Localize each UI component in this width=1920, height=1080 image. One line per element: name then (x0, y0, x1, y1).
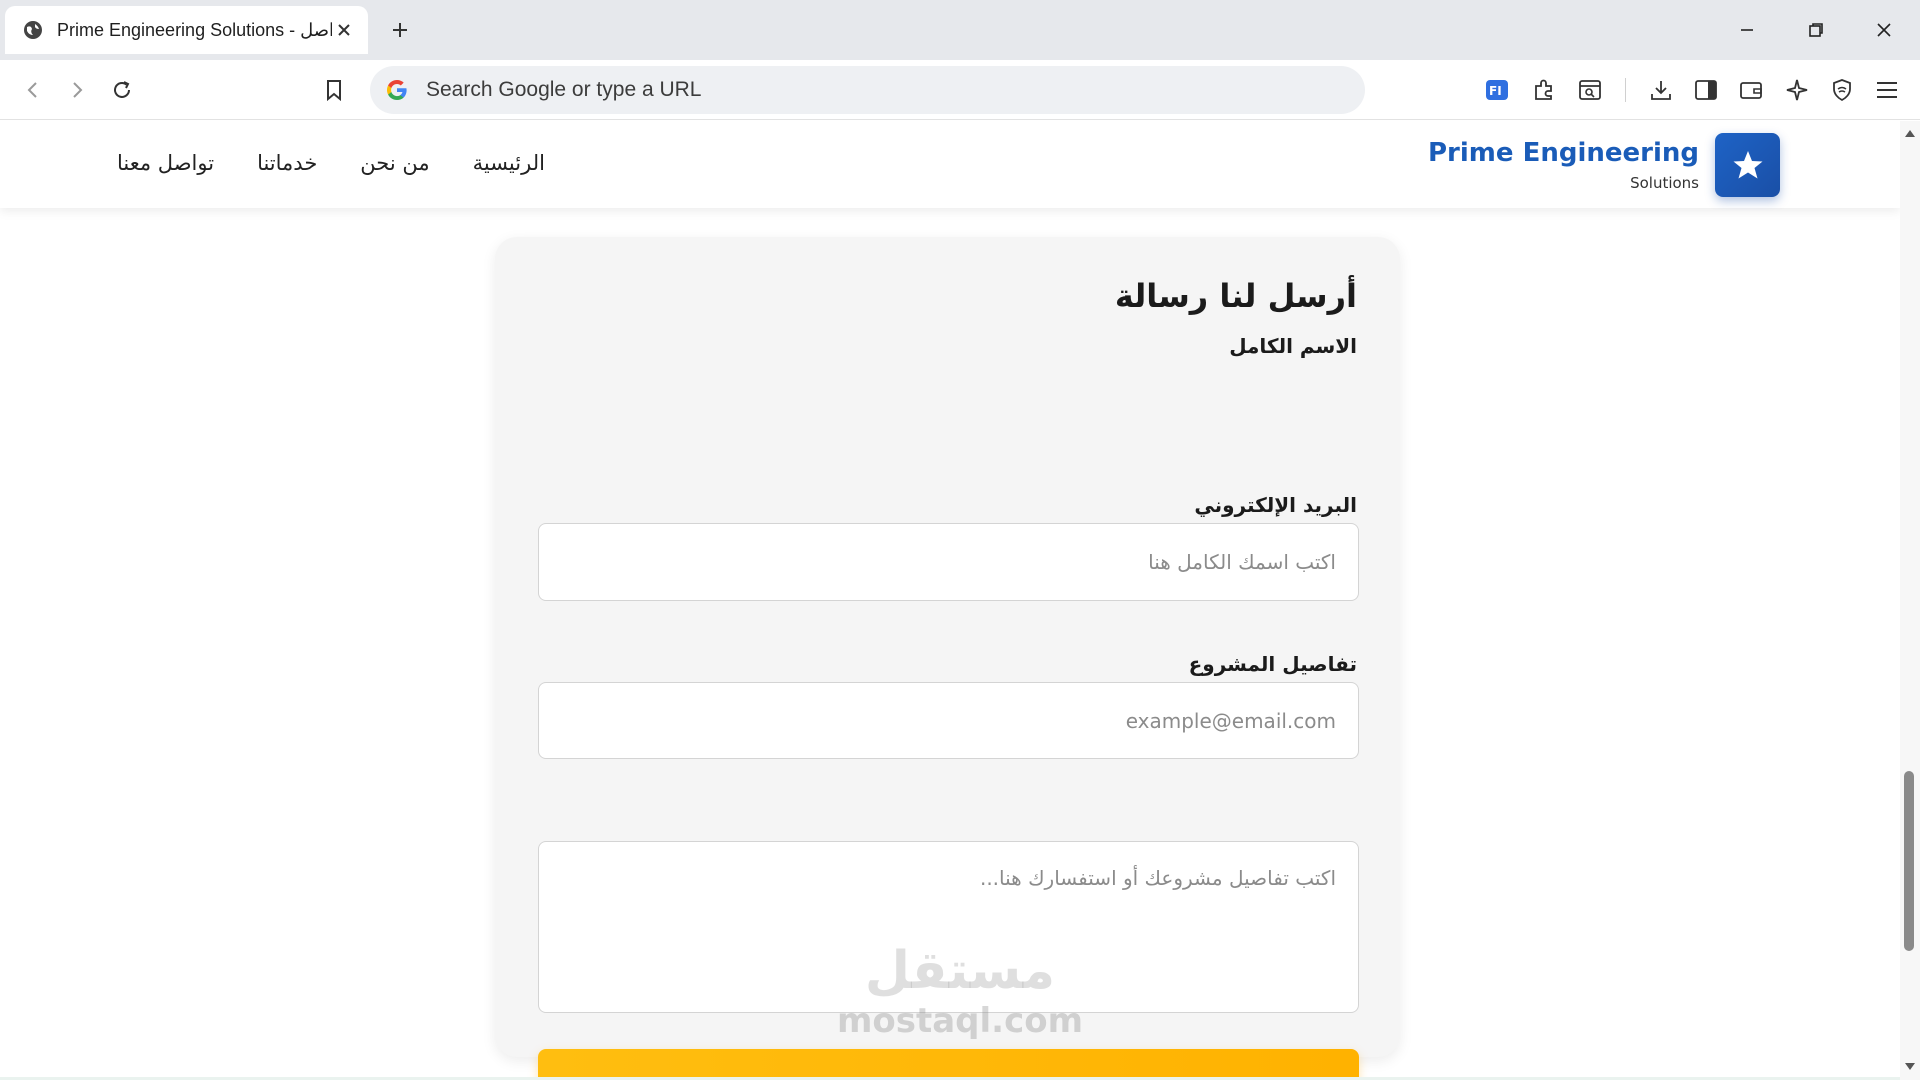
google-g-icon (382, 75, 412, 105)
menu-icon[interactable] (1871, 74, 1903, 106)
browser-tab[interactable]: Prime Engineering Solutions - تواصل (5, 6, 368, 54)
download-icon[interactable] (1645, 74, 1677, 106)
bookmark-icon[interactable] (318, 74, 350, 106)
restore-icon[interactable] (1800, 14, 1832, 46)
submit-button[interactable]: إرسال الرسالة (538, 1049, 1359, 1080)
new-tab-button[interactable] (386, 16, 414, 44)
contact-form-card: أرسل لنا رسالة الاسم الكامل البريد الإلك… (495, 237, 1400, 1080)
browser-tab-bar: Prime Engineering Solutions - تواصل (0, 0, 1920, 60)
close-window-icon[interactable] (1868, 14, 1900, 46)
wallet-icon[interactable] (1735, 74, 1767, 106)
page-search-icon[interactable] (1574, 74, 1606, 106)
address-bar-text: Search Google or type a URL (426, 78, 702, 101)
project-details-label: تفاصيل المشروع (1188, 652, 1357, 676)
address-bar[interactable]: Search Google or type a URL (370, 66, 1365, 114)
page-scrollbar[interactable] (1900, 121, 1920, 1080)
nav-item-about[interactable]: من نحن (360, 151, 429, 175)
form-title: أرسل لنا رسالة (1114, 277, 1357, 315)
scrollbar-thumb[interactable] (1904, 771, 1914, 951)
logo[interactable] (1715, 133, 1780, 197)
brand-name[interactable]: Prime Engineering (1428, 138, 1699, 168)
shield-icon[interactable] (1826, 74, 1858, 106)
project-details-textarea[interactable] (538, 841, 1359, 1013)
minimize-icon[interactable] (1731, 14, 1763, 46)
web-page: Prime Engineering Solutions الرئيسية من … (0, 121, 1900, 1080)
nav-item-services[interactable]: خدماتنا (257, 151, 317, 175)
brand-tagline: Solutions (1630, 174, 1699, 192)
email-label: البريد الإلكتروني (1194, 493, 1357, 517)
close-tab-icon[interactable] (332, 18, 356, 42)
scroll-down-icon[interactable] (1904, 1061, 1916, 1073)
scroll-up-icon[interactable] (1904, 127, 1916, 139)
extensions-icon[interactable] (1528, 74, 1560, 106)
sidebar-icon[interactable] (1690, 74, 1722, 106)
nav-item-home[interactable]: الرئيسية (473, 151, 545, 175)
toolbar-divider (1625, 78, 1626, 102)
globe-icon (23, 20, 43, 40)
svg-text:FI: FI (1489, 84, 1502, 98)
nav-item-contact[interactable]: تواصل معنا (117, 151, 214, 175)
ai-sparkle-icon[interactable] (1781, 74, 1813, 106)
name-label: الاسم الكامل (1229, 334, 1357, 358)
back-icon[interactable] (17, 74, 49, 106)
translate-icon[interactable]: FI (1481, 74, 1513, 106)
site-header: Prime Engineering Solutions الرئيسية من … (0, 121, 1900, 208)
name-input[interactable] (538, 523, 1359, 601)
main-nav: الرئيسية من نحن خدماتنا تواصل معنا (117, 151, 545, 175)
email-input[interactable] (538, 682, 1359, 759)
tab-title: Prime Engineering Solutions - تواصل (57, 19, 332, 40)
forward-icon[interactable] (61, 74, 93, 106)
reload-icon[interactable] (106, 74, 138, 106)
star-icon (1733, 151, 1762, 179)
